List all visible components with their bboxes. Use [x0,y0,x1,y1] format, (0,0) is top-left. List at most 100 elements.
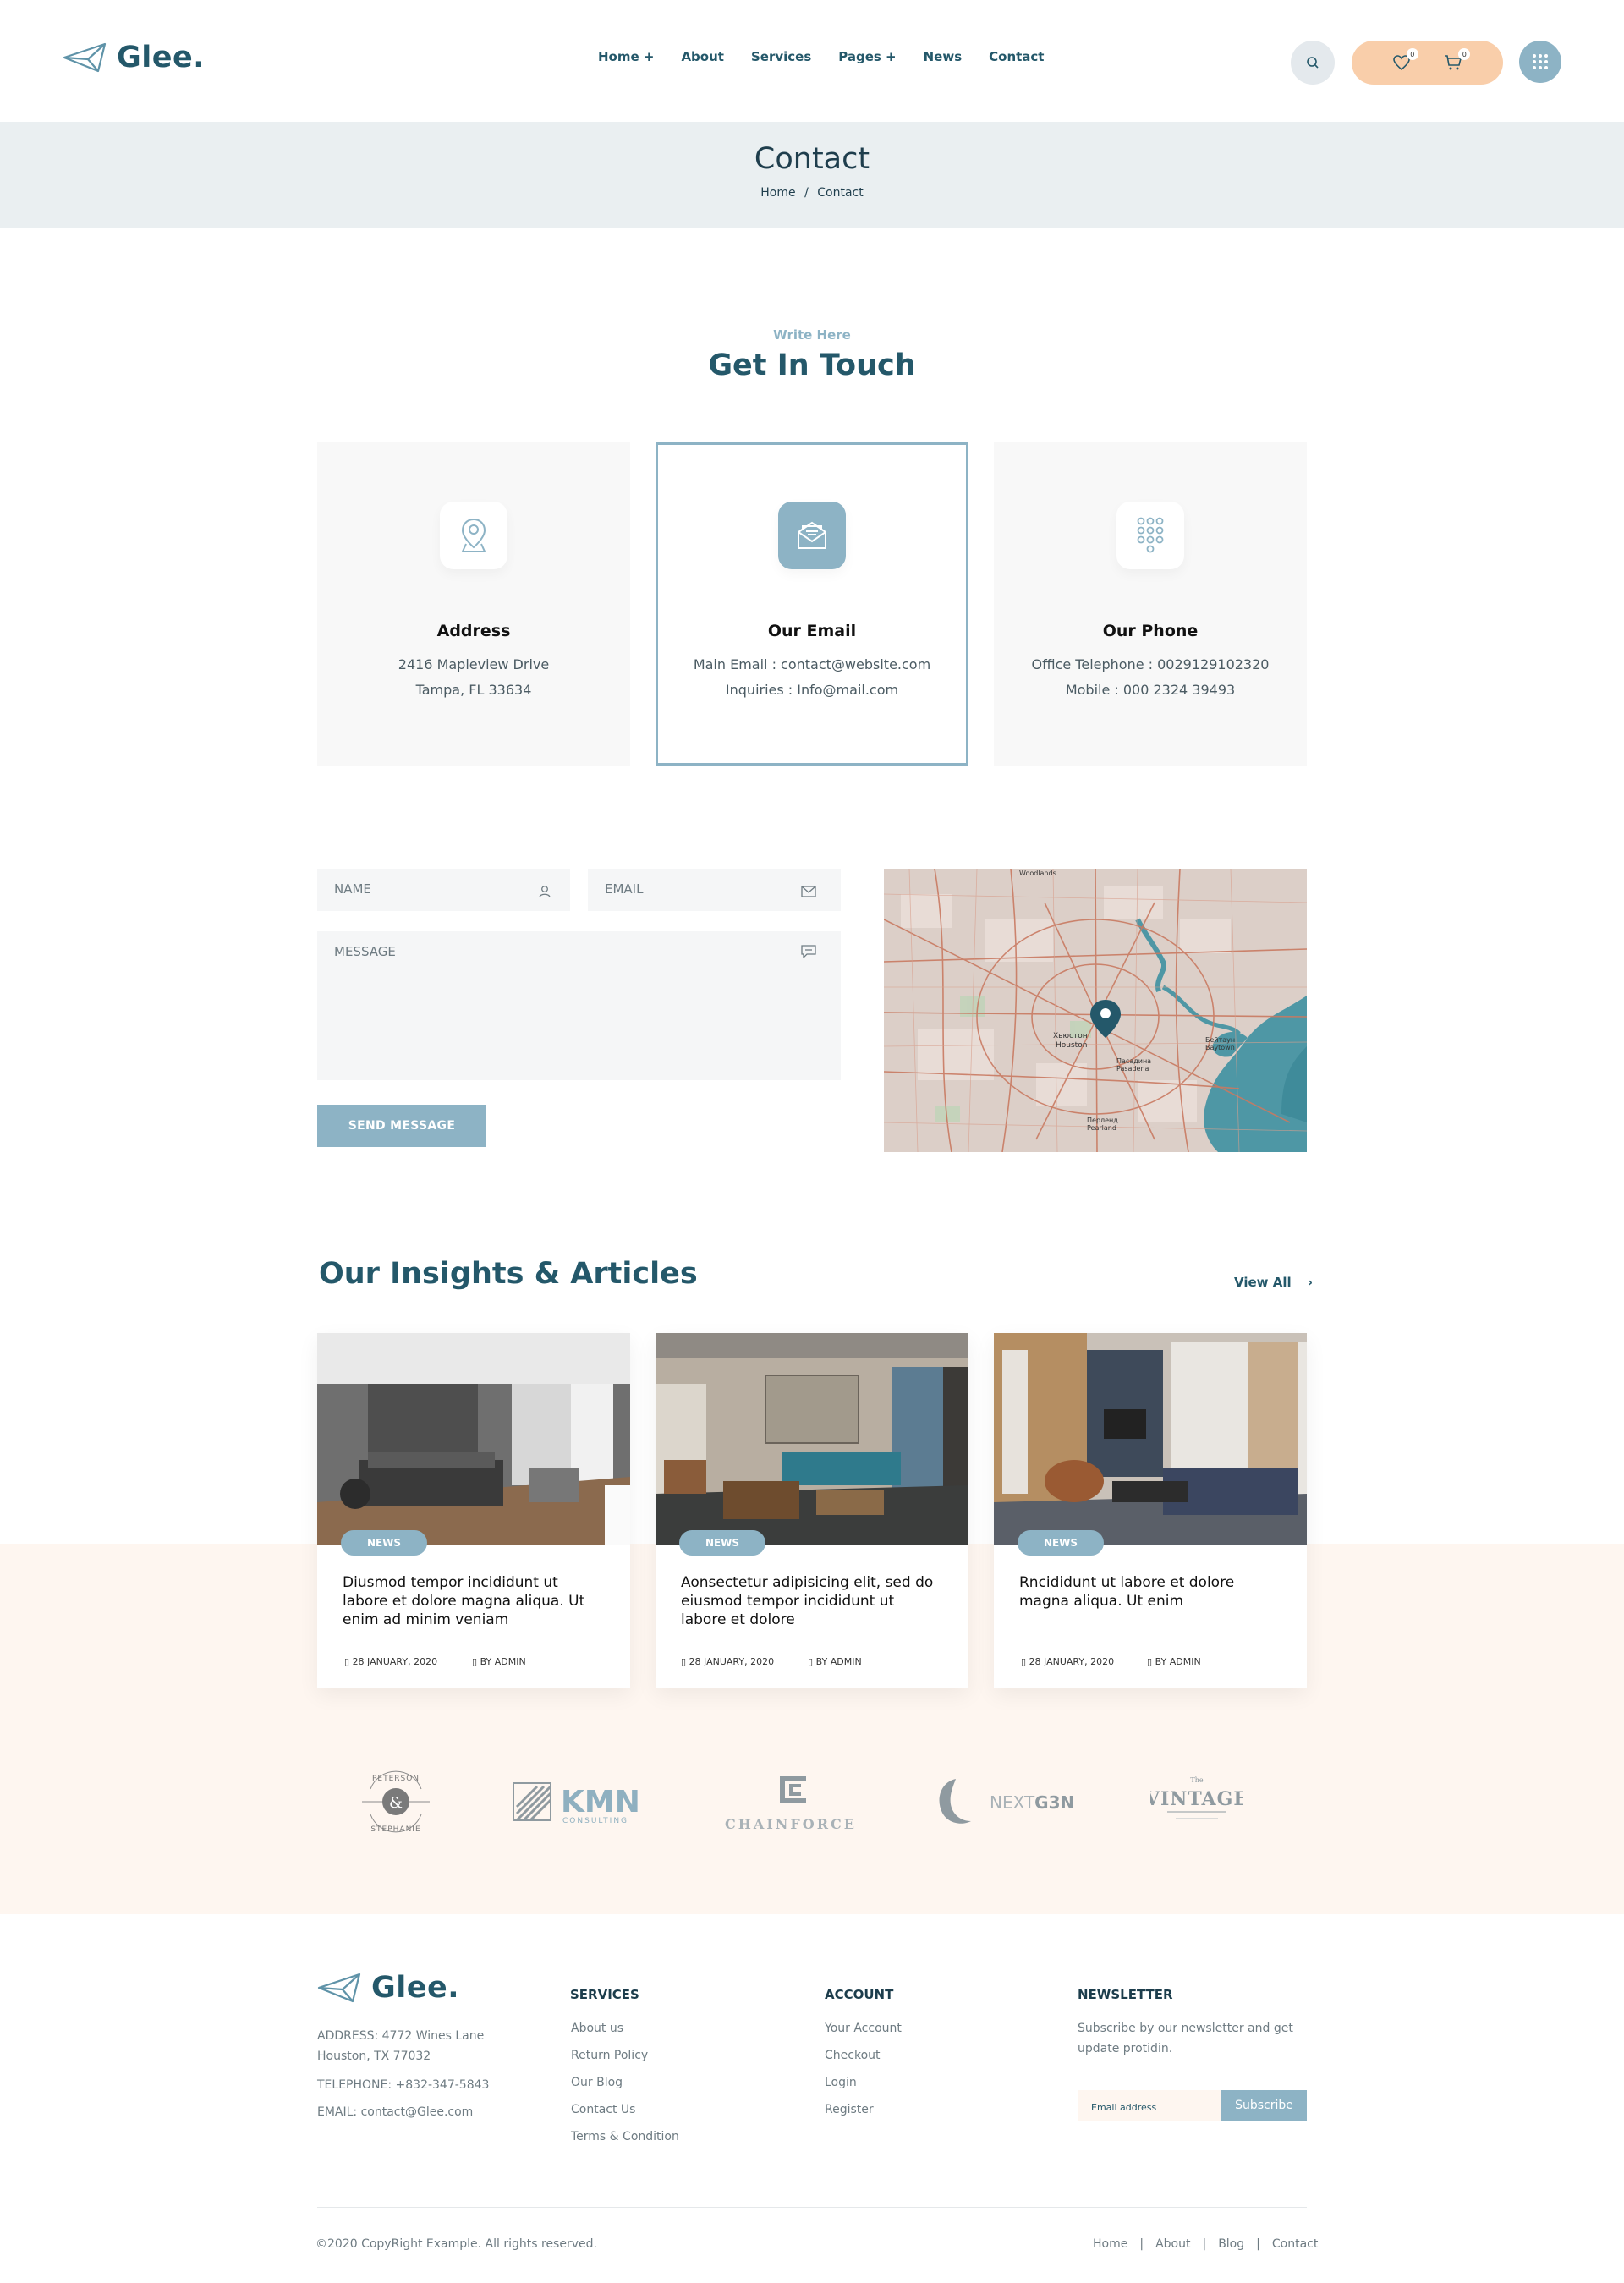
footer-link-our-blog[interactable]: Our Blog [571,2076,623,2089]
bottom-link-home[interactable]: Home [1093,2237,1127,2251]
article-author: ▯ BY ADMIN [472,1656,526,1667]
map-graphic: Woodlands Хьюстон Houston Пасадина Pasad… [884,869,1307,1152]
calendar-icon: ▯ [1021,1656,1029,1667]
location-map[interactable]: Woodlands Хьюстон Houston Пасадина Pasad… [884,869,1307,1152]
search-button[interactable] [1291,41,1335,85]
card-icon-box [440,502,508,569]
message-field[interactable]: MESSAGE [317,931,841,1080]
page-title: Contact [754,142,870,176]
paper-plane-logo-icon [317,1973,361,2003]
article-title[interactable]: Aonsectetur adipisicing elit, sed do eiu… [681,1573,943,1629]
nav-about[interactable]: About [681,49,724,64]
nav-pages[interactable]: Pages + [838,49,896,64]
card-title: Address [436,622,511,640]
user-icon: ▯ [1147,1656,1155,1667]
brand-logo-kmn[interactable]: KMN CONSULTING [510,1764,645,1840]
nav-home[interactable]: Home + [598,49,654,64]
wishlist-button[interactable]: 0 [1390,48,1418,74]
footer-link-return-policy[interactable]: Return Policy [571,2049,648,2062]
brand-logo-peterson[interactable]: & PETERSON STEPHANIE [354,1764,438,1840]
name-placeholder: NAME [334,881,371,897]
email-placeholder: EMAIL [605,881,644,897]
brand-logo-vintage[interactable]: The VINTAGE [1150,1764,1243,1840]
footer-link-your-account[interactable]: Your Account [825,2022,902,2035]
nav-news[interactable]: News [924,49,963,64]
footer-link-checkout[interactable]: Checkout [825,2049,881,2062]
user-icon: ▯ [472,1656,480,1667]
svg-text:CONSULTING: CONSULTING [562,1817,628,1825]
card-line-2: Mobile : 000 2324 39493 [1065,682,1236,698]
address-card: Address 2416 Mapleview Drive Tampa, FL 3… [317,442,630,766]
article-image [317,1333,630,1545]
cart-count-badge: 0 [1458,48,1471,60]
footer-link-about-us[interactable]: About us [571,2022,623,2035]
footer-link-terms[interactable]: Terms & Condition [571,2130,679,2143]
card-icon-box [778,502,846,569]
article-card[interactable]: NEWS Diusmod tempor incididunt ut labore… [317,1333,630,1688]
send-message-button[interactable]: SEND MESSAGE [317,1105,486,1147]
name-field[interactable]: NAME [317,869,570,911]
card-title: Our Email [767,622,857,640]
menu-grid-button[interactable] [1519,41,1561,83]
card-icon-box [1116,502,1184,569]
card-line-2: Inquiries : Info@mail.com [725,682,899,698]
footer-link-register[interactable]: Register [825,2103,874,2116]
article-card[interactable]: NEWS Rncididunt ut labore et dolore magn… [994,1333,1307,1688]
article-date: ▯ 28 JANUARY, 2020 [1021,1656,1115,1667]
message-placeholder: MESSAGE [334,944,396,959]
nav-services[interactable]: Services [751,49,811,64]
footer-divider [317,2207,1307,2208]
breadcrumb-home[interactable]: Home [760,186,795,200]
article-author: ▯ BY ADMIN [808,1656,862,1667]
bottom-link-about[interactable]: About [1155,2237,1190,2251]
footer-bottom-links: Home | About | Blog | Contact [1093,2237,1318,2251]
card-title: Our Phone [1102,622,1199,640]
dial-pad-icon [1137,517,1164,553]
svg-text:KMN: KMN [561,1785,640,1819]
copyright-text: ©2020 CopyRight Example. All rights rese… [315,2237,597,2251]
living-room-photo [656,1333,968,1545]
article-card[interactable]: NEWS Aonsectetur adipisicing elit, sed d… [656,1333,968,1688]
svg-text:NEXTG3N: NEXTG3N [990,1792,1074,1813]
map-label-baytown: Baytown [1205,1044,1235,1051]
wishlist-cart-pill: 0 0 [1352,41,1503,85]
brand-logo-nextg3n[interactable]: NEXTG3N [930,1764,1083,1840]
subscribe-button[interactable]: Subscribe [1221,2090,1307,2121]
lounge-photo [994,1333,1307,1545]
user-icon: ▯ [808,1656,816,1667]
svg-text:STEPHANIE: STEPHANIE [370,1825,420,1834]
footer-telephone: TELEPHONE: +832-347-5843 [317,2078,490,2092]
article-image [656,1333,968,1545]
link-separator: | [1139,2237,1144,2251]
news-badge: NEWS [341,1530,427,1556]
svg-text:The: The [1190,1776,1203,1784]
kmn-logo-icon: KMN CONSULTING [513,1782,640,1825]
article-author: ▯ BY ADMIN [1147,1656,1201,1667]
news-badge: NEWS [679,1530,765,1556]
map-label-pearland: Pearland [1087,1124,1116,1132]
footer-logo[interactable]: Glee. [317,1971,459,2005]
newsletter-email-input[interactable]: Email address [1078,2090,1221,2121]
site-logo[interactable]: Glee. [63,41,205,74]
chainforce-logo-icon: CHAINFORCE [725,1776,854,1832]
bottom-link-contact[interactable]: Contact [1272,2237,1318,2251]
article-title[interactable]: Rncididunt ut labore et dolore magna ali… [1019,1573,1281,1611]
svg-text:VINTAGE: VINTAGE [1150,1788,1243,1810]
footer-link-login[interactable]: Login [825,2076,857,2089]
envelope-icon [801,886,816,897]
peterson-logo-icon: & PETERSON STEPHANIE [362,1770,430,1834]
email-field[interactable]: EMAIL [588,869,841,911]
article-title[interactable]: Diusmod tempor incididunt ut labore et d… [343,1573,605,1629]
bottom-link-blog[interactable]: Blog [1218,2237,1244,2251]
nav-contact[interactable]: Contact [989,49,1044,64]
cart-button[interactable]: 0 [1441,48,1471,74]
card-line-1: 2416 Mapleview Drive [398,656,550,672]
logo-text: Glee. [117,41,205,74]
calendar-icon: ▯ [344,1656,353,1667]
brand-logo-chainforce[interactable]: CHAINFORCE [723,1764,859,1840]
footer-link-contact-us[interactable]: Contact Us [571,2103,635,2116]
breadcrumb-separator: / [804,186,809,200]
view-all-link[interactable]: View All › [1234,1275,1313,1290]
vintage-logo-icon: The VINTAGE [1150,1776,1243,1819]
articles-heading: Our Insights & Articles [319,1257,698,1291]
